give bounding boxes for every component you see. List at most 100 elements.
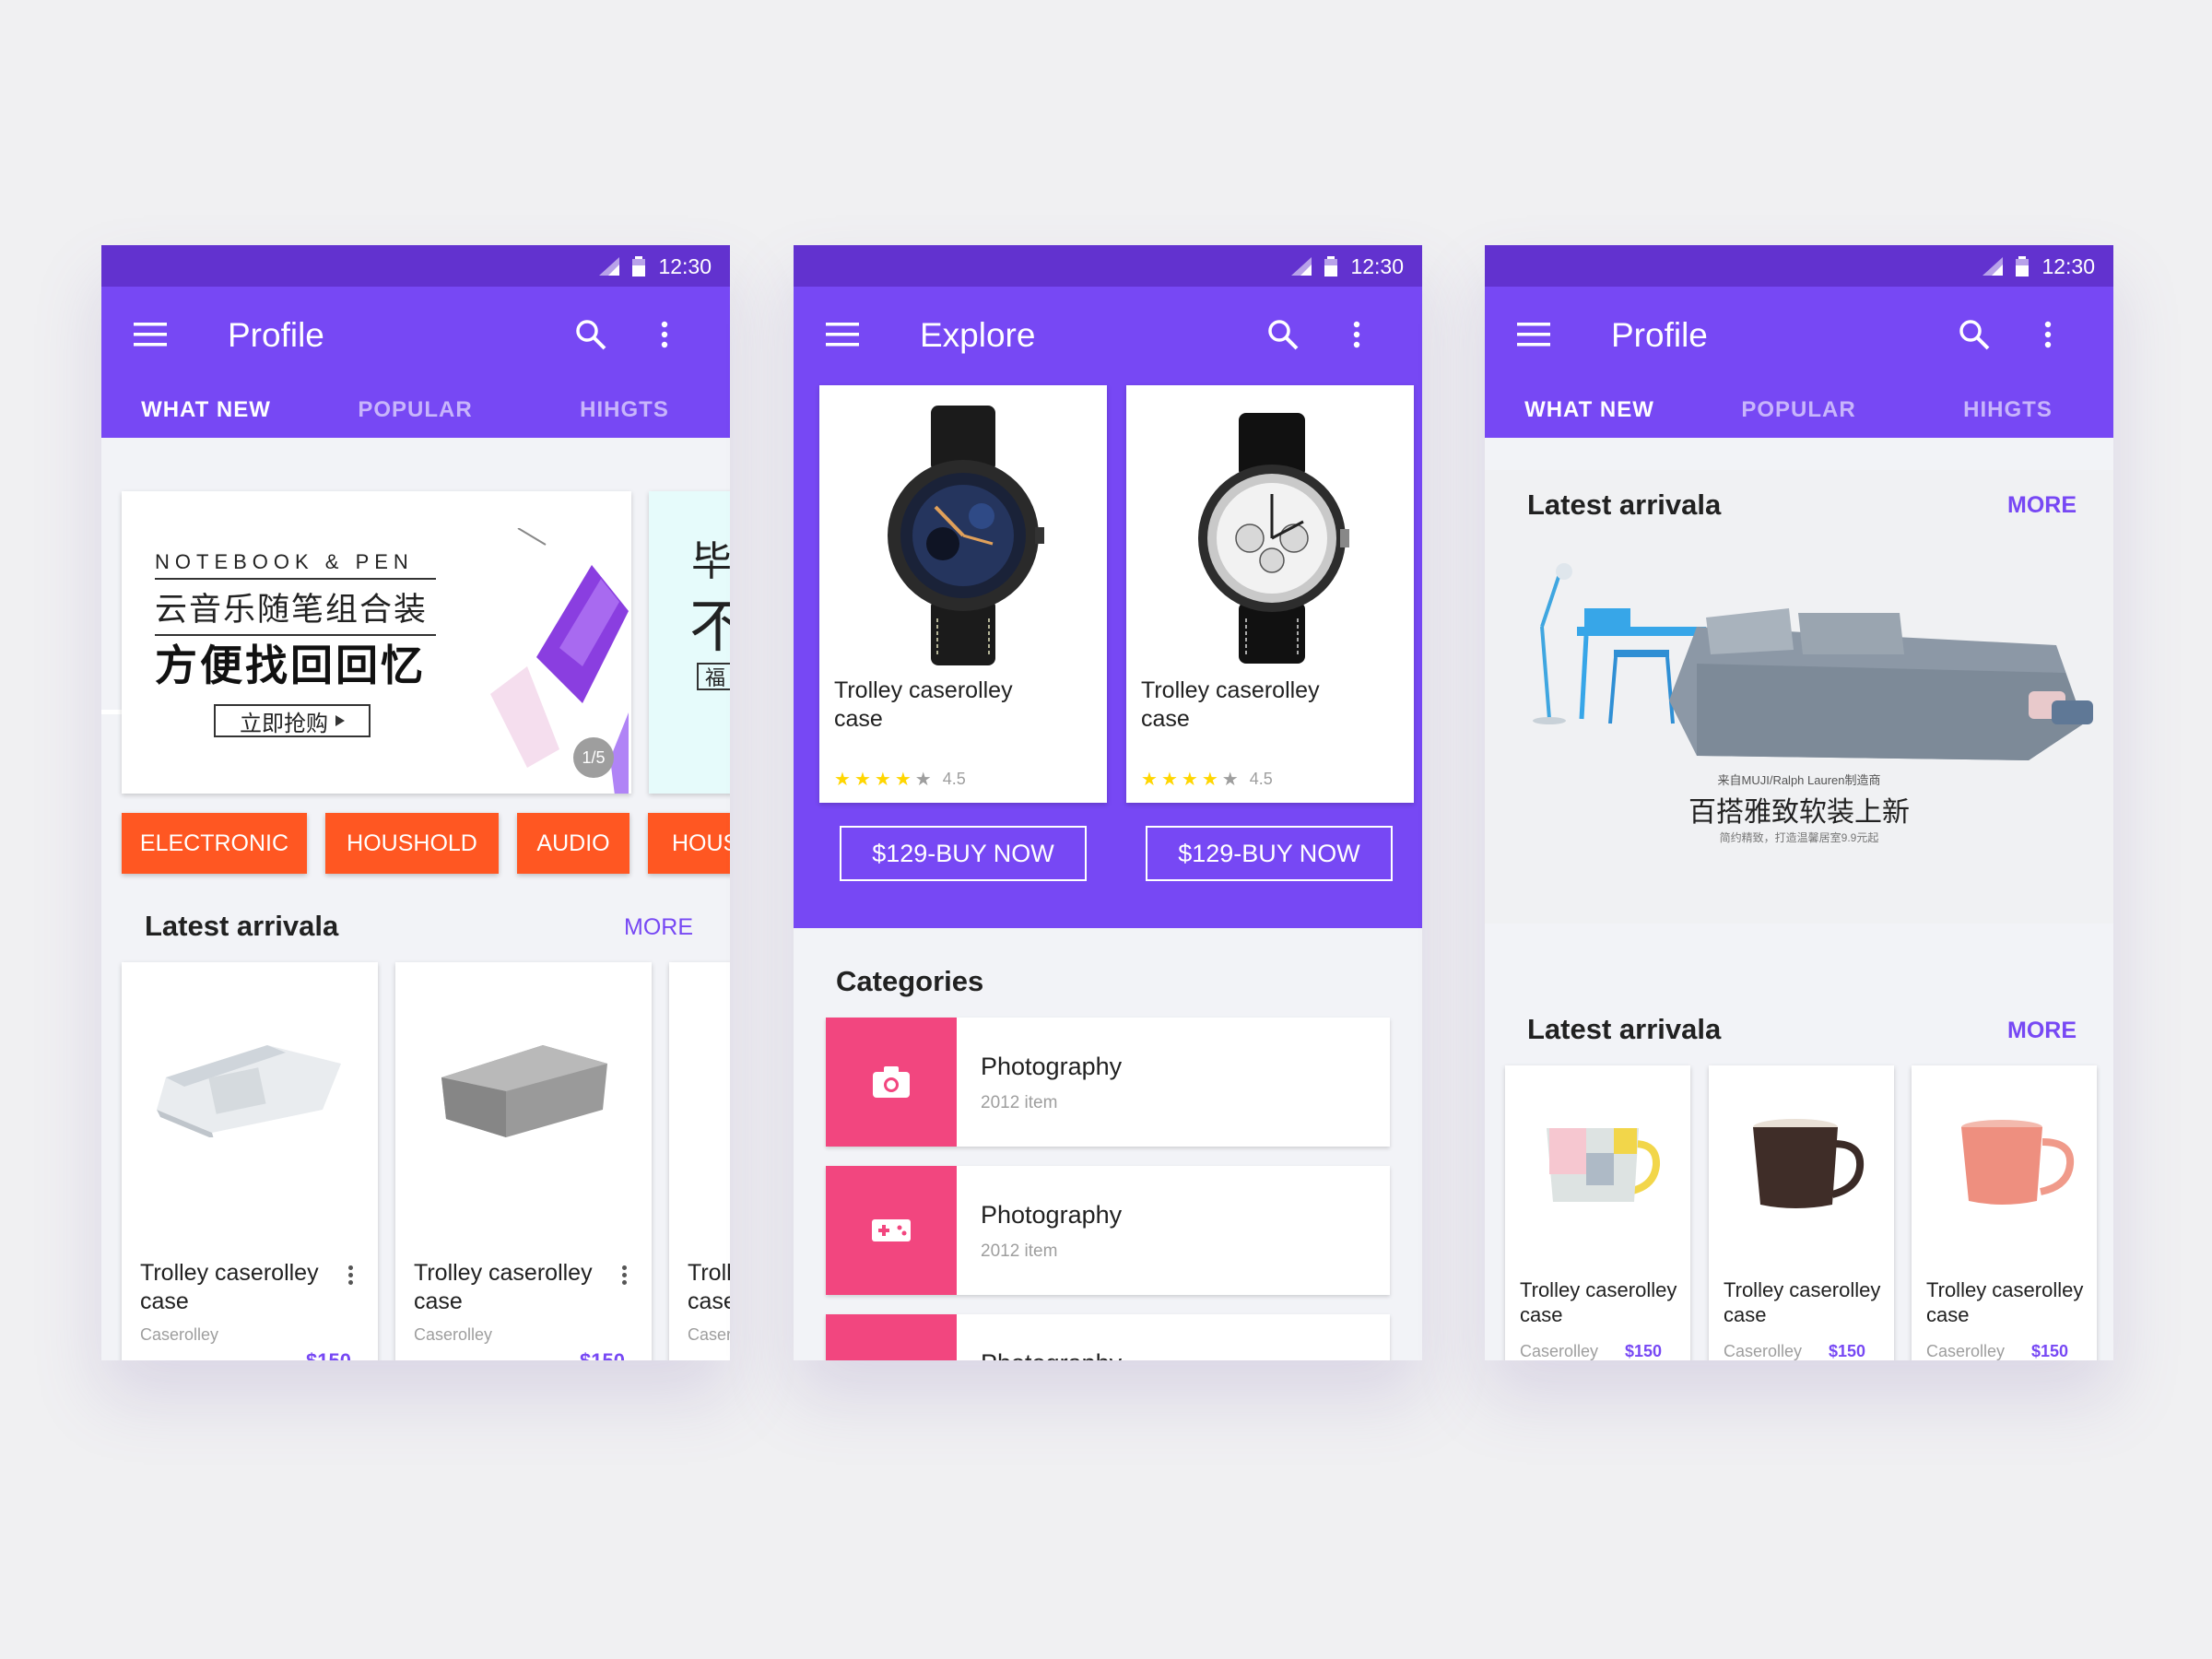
product-brand: Caserolley <box>140 1325 219 1344</box>
product-name: Trolley caserolley case <box>1724 1278 1881 1326</box>
star-icon: ★ <box>834 770 851 790</box>
hero-caption-small: 来自MUJI/Ralph Lauren制造商 <box>1717 773 1881 787</box>
menu-icon[interactable] <box>818 311 866 359</box>
watch-card[interactable]: Trolley caserolley case ★ ★ ★ ★ ★ 4.5 <box>819 385 1107 803</box>
battery-icon <box>2016 256 2030 276</box>
explore-screen: 12:30 Explore Trolley caserolley case ★ … <box>794 245 1422 1360</box>
product-price: $150 <box>580 1349 625 1360</box>
rating-value: 4.5 <box>942 770 966 788</box>
tab-popular[interactable]: POPULAR <box>1694 382 1903 438</box>
star-icon: ★ <box>1201 770 1218 790</box>
category-icon <box>826 1314 957 1360</box>
search-icon[interactable] <box>1950 311 1998 359</box>
peek-line-1: 毕 <box>691 539 730 584</box>
product-name: Trolley caserolley case <box>688 1260 730 1314</box>
tab-what-new[interactable]: WHAT NEW <box>101 382 311 438</box>
tab-bar: WHAT NEW POPULAR HIHGTS <box>1485 382 2113 438</box>
chip-audio[interactable]: AUDIO <box>517 813 629 874</box>
product-price: $150 <box>1829 1342 1866 1360</box>
gamepad-icon <box>826 1166 957 1295</box>
tab-hihgts[interactable]: HIHGTS <box>1903 382 2112 438</box>
product-card[interactable]: Trolley caserolley case Caserolley <box>669 962 730 1360</box>
star-icon: ★ <box>1141 770 1158 790</box>
category-title: Photography <box>981 1053 1123 1080</box>
signal-icon <box>599 257 620 276</box>
category-tile[interactable]: Photography 2012 item <box>826 1018 1390 1147</box>
more-link[interactable]: MORE <box>2007 492 2077 519</box>
hero-caption-main: 百搭雅致软装上新 <box>1688 796 1910 829</box>
product-more-icon[interactable] <box>615 1263 633 1290</box>
product-image <box>122 962 378 1245</box>
tab-hihgts[interactable]: HIHGTS <box>520 382 729 438</box>
buy-now-button[interactable]: $129-BUY NOW <box>840 826 1087 881</box>
star-icon: ★ <box>1160 770 1178 790</box>
more-vert-icon[interactable] <box>1333 311 1381 359</box>
more-vert-icon[interactable] <box>641 311 688 359</box>
product-price: $150 <box>1625 1342 1663 1360</box>
product-name: Trolley caserolley case <box>414 1260 593 1314</box>
search-icon[interactable] <box>567 311 615 359</box>
product-card[interactable]: Trolley caserolley case Caserolley $150 <box>1709 1065 1894 1360</box>
tab-what-new[interactable]: WHAT NEW <box>1485 382 1694 438</box>
rating-stars: ★ ★ ★ ★ ★ 4.5 <box>834 768 966 791</box>
product-card[interactable]: Trolley caserolley case Caserolley $150 <box>122 962 378 1360</box>
hero-banner[interactable]: Latest arrivala MORE 来自MUJI/Ralph Lauren… <box>1485 470 2113 924</box>
star-icon: ★ <box>1181 770 1198 790</box>
product-price: $150 <box>306 1349 351 1360</box>
watch-image <box>888 406 1044 665</box>
chip-hous[interactable]: HOUS <box>648 813 730 874</box>
app-bar: Profile <box>101 287 730 382</box>
category-tile[interactable]: Photography <box>826 1314 1390 1360</box>
buy-now-button[interactable]: $129-BUY NOW <box>1146 826 1393 881</box>
promo-banner[interactable]: NOTEBOOK & PEN 云音乐随笔组合装 方便找回回忆 立即抢购 1/5 <box>122 491 631 794</box>
rating-value: 4.5 <box>1249 770 1273 788</box>
mug-image <box>1753 1119 1865 1208</box>
signal-icon <box>1983 257 2004 276</box>
profile-screen-alt: 12:30 Profile WHAT NEW POPULAR HIHGTS La… <box>1485 245 2113 1360</box>
product-more-icon[interactable] <box>341 1263 359 1290</box>
tab-popular[interactable]: POPULAR <box>311 382 520 438</box>
product-brand: Caserolley <box>1926 1342 2006 1360</box>
peek-line-2: 不 <box>689 595 730 659</box>
status-time: 12:30 <box>1350 253 1404 278</box>
rating-stars: ★ ★ ★ ★ ★ 4.5 <box>1141 768 1273 791</box>
category-count: 2012 item <box>981 1241 1058 1261</box>
battery-icon <box>1324 256 1338 276</box>
product-card[interactable]: Trolley caserolley case Caserolley $150 <box>1912 1065 2097 1360</box>
profile-screen: 12:30 Profile WHAT NEW POPULAR HIHGTS NO… <box>101 245 730 1360</box>
menu-icon[interactable] <box>126 311 174 359</box>
more-vert-icon[interactable] <box>2024 311 2072 359</box>
star-icon: ★ <box>1221 770 1239 790</box>
star-icon: ★ <box>894 770 912 790</box>
status-bar: 12:30 <box>101 245 730 287</box>
blanket-image <box>157 1045 341 1137</box>
camera-icon <box>826 1018 957 1147</box>
categories-title: Categories <box>836 965 984 997</box>
mug-image <box>1961 1120 2075 1205</box>
banner-cta-button[interactable]: 立即抢购 <box>214 704 371 737</box>
watch-card[interactable]: Trolley caserolley case ★ ★ ★ ★ ★ 4.5 <box>1126 385 1414 803</box>
more-link[interactable]: MORE <box>624 914 693 941</box>
mug-image <box>1547 1128 1661 1202</box>
signal-icon <box>1291 257 1312 276</box>
category-title: Photography <box>981 1349 1122 1360</box>
page-title: Explore <box>920 316 1036 354</box>
star-icon: ★ <box>914 770 932 790</box>
chip-houshold[interactable]: HOUSHOLD <box>325 813 499 874</box>
promo-banner-next[interactable]: 毕 不 福 <box>649 491 730 794</box>
peek-line-3: 福 <box>697 663 730 690</box>
tab-bar: WHAT NEW POPULAR HIHGTS <box>101 382 730 438</box>
more-link[interactable]: MORE <box>2007 1018 2077 1044</box>
status-bar: 12:30 <box>794 245 1422 287</box>
page-title: Profile <box>228 316 324 354</box>
product-name: Trolley caserolley case <box>1520 1278 1677 1326</box>
category-tile[interactable]: Photography 2012 item <box>826 1166 1390 1295</box>
product-price: $150 <box>2031 1342 2069 1360</box>
product-card[interactable]: Trolley caserolley case Caserolley $150 <box>395 962 652 1360</box>
search-icon[interactable] <box>1259 311 1307 359</box>
category-count: 2012 item <box>981 1093 1058 1112</box>
menu-icon[interactable] <box>1510 311 1558 359</box>
product-brand: Caserolley <box>1520 1342 1599 1360</box>
chip-electronic[interactable]: ELECTRONIC <box>122 813 307 874</box>
product-card[interactable]: Trolley caserolley case Caserolley $150 <box>1505 1065 1690 1360</box>
